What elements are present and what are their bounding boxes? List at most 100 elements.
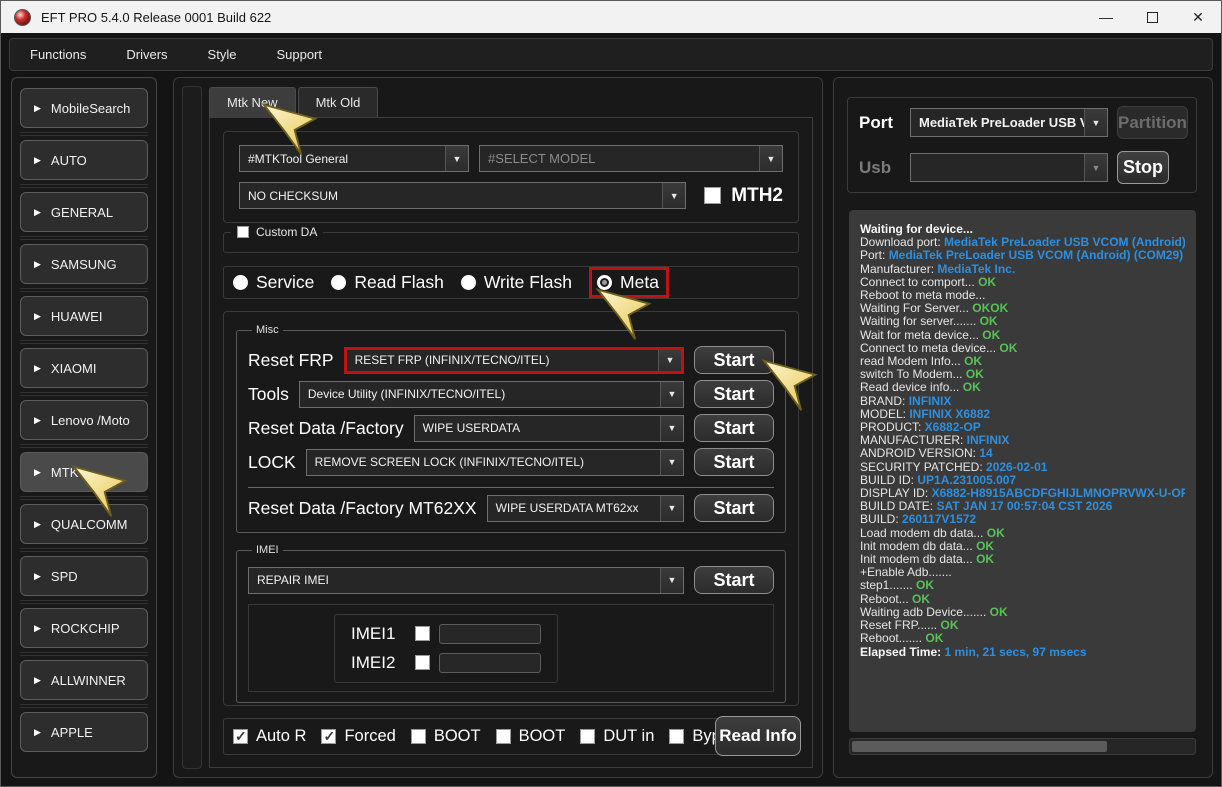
radio-unselected[interactable] (233, 275, 248, 290)
misc-legend: Misc (256, 324, 279, 336)
sidebar-separator (20, 444, 148, 448)
misc-dropdown[interactable]: Device Utility (INFINIX/TECNO/ITEL) ▼ (298, 380, 684, 408)
imei-operation-dropdown[interactable]: REPAIR IMEI ▼ (248, 566, 684, 594)
imei-field-row: IMEI2 (351, 652, 541, 673)
mode-label: Service (256, 272, 315, 292)
mode-option-meta[interactable]: Meta (589, 267, 669, 298)
operations-box: Misc Reset FRP RESET FRP (INFINIX/TECNO/I… (223, 311, 799, 706)
misc-row-label: Reset Data /Factory (248, 417, 404, 438)
checkbox[interactable] (580, 729, 596, 744)
radio-unselected[interactable] (460, 275, 476, 290)
maximize-button[interactable] (1129, 1, 1175, 33)
sidebar-item-apple[interactable]: ▶ APPLE (20, 712, 148, 752)
start-button[interactable]: Start (694, 346, 774, 374)
start-button[interactable]: Start (694, 494, 774, 522)
play-icon: ▶ (34, 466, 41, 477)
sidebar-item-auto[interactable]: ▶ AUTO (20, 140, 148, 180)
usb-row: Usb ▼ Stop (859, 151, 1185, 184)
menu-item-style[interactable]: Style (208, 47, 237, 62)
model-dropdown-placeholder: #SELECT MODEL (488, 151, 596, 166)
misc-dropdown[interactable]: WIPE USERDATA ▼ (413, 414, 684, 442)
close-button[interactable]: ✕ (1175, 1, 1221, 33)
start-button[interactable]: Start (694, 380, 774, 408)
mode-option-service[interactable]: Service (233, 272, 314, 293)
log-horizontal-scrollbar[interactable] (849, 738, 1196, 755)
checkbox[interactable] (495, 729, 511, 744)
custom-da-checkbox[interactable] (237, 226, 249, 238)
play-icon: ▶ (34, 206, 41, 217)
imei-checkbox[interactable] (415, 626, 430, 641)
partition-button[interactable]: Partition (1117, 106, 1188, 139)
imei-checkbox[interactable] (415, 655, 430, 670)
misc-dropdown[interactable]: RESET FRP (INFINIX/TECNO/ITEL) ▼ (343, 346, 684, 374)
play-icon: ▶ (34, 674, 41, 685)
scrollbar-thumb[interactable] (852, 741, 1108, 752)
footer-option-dut-in[interactable]: DUT in (580, 727, 654, 746)
imei-legend: IMEI (256, 544, 279, 556)
imei-input[interactable] (439, 652, 541, 673)
checkbox[interactable] (669, 729, 685, 744)
misc-dropdown[interactable]: WIPE USERDATA MT62xx ▼ (486, 494, 684, 522)
sidebar-item-huawei[interactable]: ▶ HUAWEI (20, 296, 148, 336)
read-info-button[interactable]: Read Info (715, 716, 801, 756)
log-line: Waiting For Server... OKOK (860, 302, 1009, 316)
sidebar-separator (20, 236, 148, 240)
sidebar-item-allwinner[interactable]: ▶ ALLWINNER (20, 660, 148, 700)
start-button[interactable]: Start (694, 448, 774, 476)
tab-mtk-new[interactable]: Mtk New (209, 87, 296, 117)
port-dropdown[interactable]: MediaTek PreLoader USB VCOM (Android) (C… (910, 108, 1108, 137)
footer-option-boot[interactable]: BOOT (410, 727, 481, 746)
misc-row-reset-data-factory: Reset Data /Factory WIPE USERDATA ▼ Start (248, 414, 774, 442)
misc-rows: Reset FRP RESET FRP (INFINIX/TECNO/ITEL) ▼… (248, 346, 774, 522)
sidebar-separator (20, 184, 148, 188)
sidebar-item-rockchip[interactable]: ▶ ROCKCHIP (20, 608, 148, 648)
mode-option-write-flash[interactable]: Write Flash (460, 272, 573, 293)
misc-dropdown-value: REMOVE SCREEN LOCK (INFINIX/TECNO/ITEL) (314, 455, 585, 469)
sidebar-item-xiaomi[interactable]: ▶ XIAOMI (20, 348, 148, 388)
chevron-down-icon: ▼ (658, 349, 681, 371)
footer-checkboxes: Auto RForcedBOOTBOOTDUT inBypass (233, 727, 747, 746)
mtktool-dropdown[interactable]: #MTKTool General ▼ (239, 145, 469, 172)
footer-option-boot[interactable]: BOOT (495, 727, 565, 746)
imei-input[interactable] (439, 623, 541, 644)
checkbox[interactable] (410, 729, 426, 744)
radio-unselected[interactable] (331, 275, 347, 290)
tabbar: Mtk New Mtk Old (209, 87, 813, 117)
sidebar-separator (20, 652, 148, 656)
log-line: switch To Modem... OK (860, 368, 984, 382)
footer-option-forced[interactable]: Forced (321, 727, 396, 746)
mode-label: Write Flash (483, 272, 573, 292)
log-line: DISPLAY ID: X6882-H8915ABCDFGHIJLMNOPRVW… (860, 487, 1185, 501)
log-line: Reset FRP...... OK (860, 619, 959, 633)
footer-option-auto-r[interactable]: Auto R (233, 727, 306, 746)
menu-item-support[interactable]: Support (276, 47, 322, 62)
start-button[interactable]: Start (694, 414, 774, 442)
misc-dropdown[interactable]: REMOVE SCREEN LOCK (INFINIX/TECNO/ITEL) ▼ (305, 448, 684, 476)
radio-selected[interactable] (597, 275, 613, 290)
checksum-dropdown[interactable]: NO CHECKSUM ▼ (239, 182, 687, 209)
menu-item-drivers[interactable]: Drivers (126, 47, 167, 62)
imei-group: IMEI REPAIR IMEI ▼ Start IMEI1 IMEI2 (236, 544, 786, 703)
model-dropdown[interactable]: #SELECT MODEL ▼ (479, 145, 783, 172)
sidebar-item-label: HUAWEI (50, 308, 103, 324)
tab-mtk-old[interactable]: Mtk Old (297, 87, 379, 117)
imei-start-button[interactable]: Start (694, 566, 774, 594)
sidebar-item-mobilesearch[interactable]: ▶ MobileSearch (20, 88, 148, 128)
main-panel: Mtk New Mtk Old #MTKTool General ▼ #SELEC… (173, 77, 823, 778)
sidebar-item-lenovo-moto[interactable]: ▶ Lenovo /Moto (20, 400, 148, 440)
sidebar-item-mtk[interactable]: ▶ MTK (20, 452, 148, 492)
sidebar-item-label: ROCKCHIP (50, 620, 120, 636)
checkbox[interactable] (321, 728, 337, 745)
sidebar-item-samsung[interactable]: ▶ SAMSUNG (20, 244, 148, 284)
sidebar-item-general[interactable]: ▶ GENERAL (20, 192, 148, 232)
mth2-checkbox[interactable] (704, 187, 722, 204)
mode-label: Meta (620, 272, 659, 292)
minimize-button[interactable]: — (1083, 1, 1129, 33)
menu-item-functions[interactable]: Functions (30, 47, 86, 62)
sidebar-item-spd[interactable]: ▶ SPD (20, 556, 148, 596)
sidebar-item-qualcomm[interactable]: ▶ QUALCOMM (20, 504, 148, 544)
usb-dropdown[interactable]: ▼ (910, 153, 1108, 182)
checkbox[interactable] (233, 728, 248, 745)
mode-option-read-flash[interactable]: Read Flash (331, 272, 444, 293)
stop-button[interactable]: Stop (1117, 151, 1169, 184)
